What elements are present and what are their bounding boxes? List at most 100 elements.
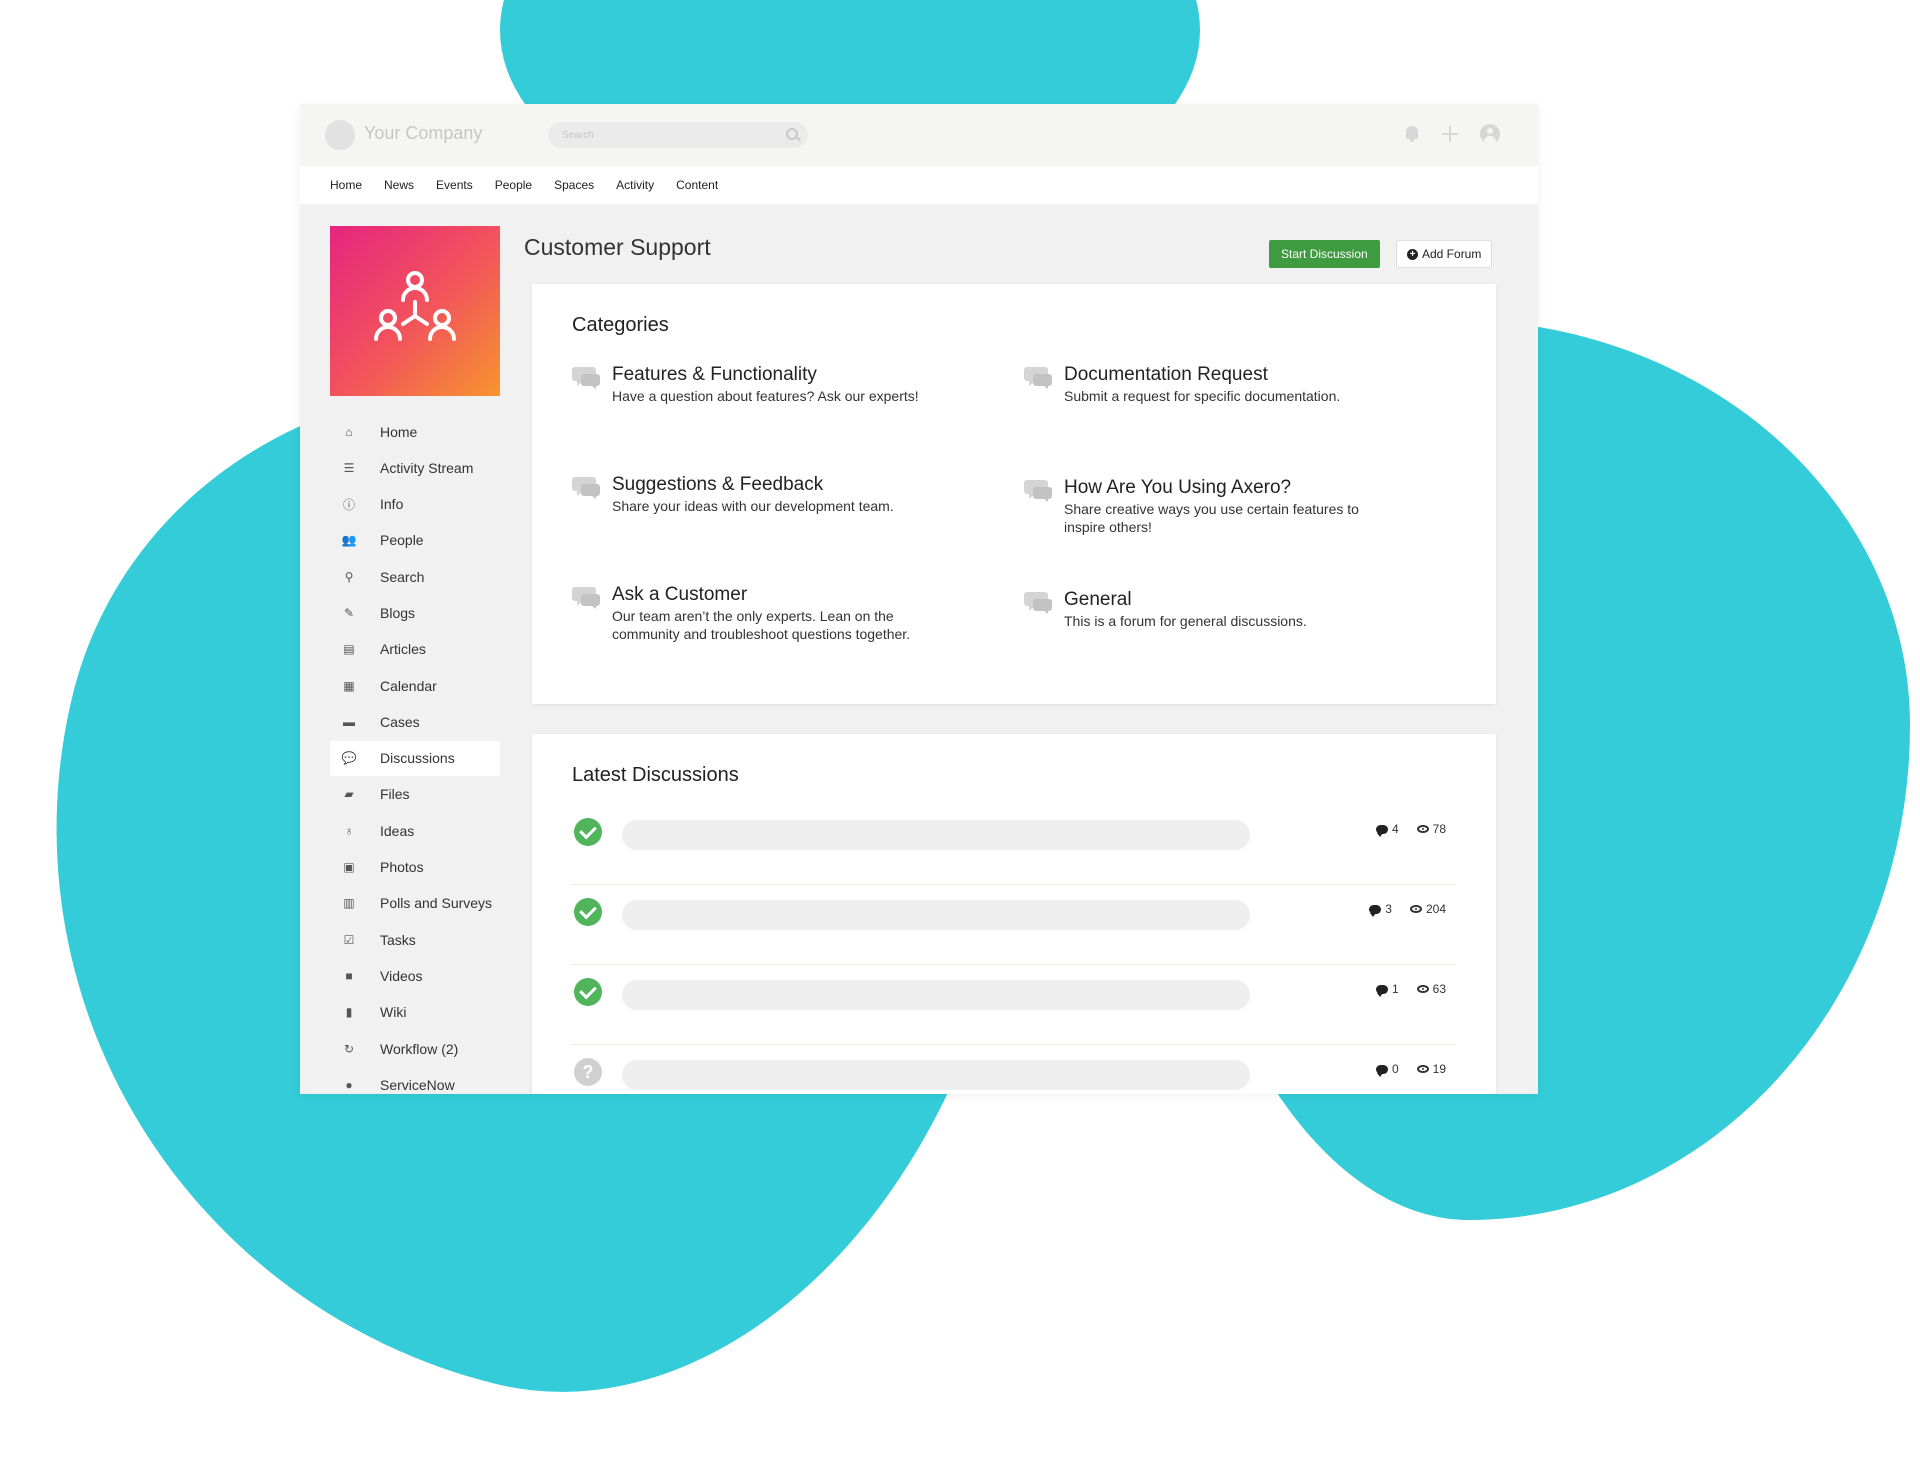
sidebar-item-calendar[interactable]: ▦ Calendar: [330, 668, 500, 703]
comment-icon: [1375, 984, 1388, 997]
sidebar-item-label: ServiceNow: [380, 1076, 455, 1093]
eye-icon: [1416, 985, 1429, 993]
category-name[interactable]: Documentation Request: [1064, 364, 1340, 386]
search-box[interactable]: [548, 122, 808, 148]
discussion-row[interactable]: ? 0 19: [572, 1044, 1456, 1094]
sidebar-item-label: Ideas: [380, 822, 415, 839]
category-description: Share your ideas with our development te…: [612, 498, 894, 514]
view-count: 78: [1432, 822, 1446, 836]
discussion-stats: 4 78: [1375, 822, 1446, 837]
sidebar-item-activity-stream[interactable]: ☰ Activity Stream: [330, 450, 500, 485]
nav-people[interactable]: People: [495, 178, 532, 192]
sidebar-item-files[interactable]: ▰ Files: [330, 777, 500, 812]
bell-icon[interactable]: [1404, 125, 1420, 143]
image-icon: ▣: [343, 860, 355, 875]
nav-spaces[interactable]: Spaces: [554, 178, 594, 192]
discussion-stats: 3 204: [1369, 902, 1446, 917]
sidebar-item-photos[interactable]: ▣ Photos: [330, 850, 500, 885]
comment-icon: [1375, 824, 1388, 837]
comment-count: 0: [1391, 1062, 1399, 1076]
search-icon[interactable]: [786, 128, 798, 140]
category-name[interactable]: Suggestions & Feedback: [612, 474, 894, 496]
category-documentation[interactable]: Documentation Request Submit a request f…: [1024, 364, 1424, 405]
category-name[interactable]: Features & Functionality: [612, 364, 919, 386]
category-how-using[interactable]: How Are You Using Axero? Share creative …: [1024, 477, 1384, 536]
list-icon: ☰: [343, 460, 355, 475]
nav-content[interactable]: Content: [676, 178, 718, 192]
sidebar-item-polls[interactable]: ▥ Polls and Surveys: [330, 886, 500, 921]
discussion-title-placeholder[interactable]: [622, 1060, 1250, 1090]
company-name[interactable]: Your Company: [364, 123, 482, 144]
start-discussion-button[interactable]: Start Discussion: [1269, 240, 1380, 268]
discussion-stats: 1 63: [1375, 982, 1446, 997]
solved-check-icon: [574, 898, 602, 926]
question-icon: ?: [574, 1058, 602, 1086]
sidebar-item-search[interactable]: ⚲ Search: [330, 559, 500, 594]
eye-icon: [1409, 905, 1422, 913]
category-name[interactable]: General: [1064, 589, 1307, 611]
solved-check-icon: [574, 818, 602, 846]
sidebar-item-ideas[interactable]: ♁ Ideas: [330, 813, 500, 848]
category-name[interactable]: How Are You Using Axero?: [1064, 477, 1384, 499]
user-icon[interactable]: [1480, 124, 1500, 144]
sidebar-item-label: Wiki: [380, 1004, 407, 1021]
space-logo: [330, 226, 500, 396]
sidebar-item-articles[interactable]: ▤ Articles: [330, 632, 500, 667]
latest-discussions-title: Latest Discussions: [572, 764, 739, 786]
sidebar-item-cases[interactable]: ▬ Cases: [330, 704, 500, 739]
category-features[interactable]: Features & Functionality Have a question…: [572, 364, 972, 405]
chat-bubble-icon: [572, 587, 600, 609]
discussion-row[interactable]: 3 204: [572, 884, 1456, 965]
sidebar-item-people[interactable]: 👥 People: [330, 523, 500, 558]
nav-news[interactable]: News: [384, 178, 414, 192]
sidebar-item-tasks[interactable]: ☑ Tasks: [330, 922, 500, 957]
sidebar-menu: ⌂ Home ☰ Activity Stream ⓘ Info 👥 People ⚲ Se…: [330, 414, 500, 1094]
sidebar-item-discussions[interactable]: 💬 Discussions: [330, 740, 500, 776]
latest-discussions-card: Latest Discussions 4 78 3 204 1 63 ? 0 1…: [532, 734, 1496, 1094]
chat-bubble-icon: [572, 477, 600, 499]
discussion-row[interactable]: 1 63: [572, 964, 1456, 1045]
add-forum-button[interactable]: + Add Forum: [1396, 240, 1493, 268]
category-general[interactable]: General This is a forum for general disc…: [1024, 589, 1424, 630]
sidebar-item-info[interactable]: ⓘ Info: [330, 487, 500, 522]
category-ask-customer[interactable]: Ask a Customer Our team aren’t the only …: [572, 584, 952, 643]
sidebar-item-label: Home: [380, 423, 418, 440]
sidebar-item-label: Workflow (2): [380, 1040, 459, 1057]
discussion-title-placeholder[interactable]: [622, 820, 1250, 850]
plus-icon[interactable]: [1442, 126, 1458, 142]
discussion-title-placeholder[interactable]: [622, 980, 1250, 1010]
sidebar-item-home[interactable]: ⌂ Home: [330, 414, 500, 449]
blog-icon: ✎: [343, 605, 355, 620]
video-icon: ■: [345, 968, 353, 983]
chat-bubble-icon: [1024, 592, 1052, 614]
search-input[interactable]: [548, 122, 772, 148]
sidebar-item-blogs[interactable]: ✎ Blogs: [330, 595, 500, 630]
sidebar-item-label: Search: [380, 568, 425, 585]
sidebar-item-wiki[interactable]: ▮ Wiki: [330, 995, 500, 1030]
top-bar: Your Company: [300, 104, 1538, 166]
discussion-row[interactable]: 4 78: [572, 804, 1456, 885]
sidebar-item-label: Videos: [380, 967, 423, 984]
check-square-icon: ☑: [343, 932, 355, 947]
category-suggestions[interactable]: Suggestions & Feedback Share your ideas …: [572, 474, 972, 515]
plus-circle-icon: +: [1407, 248, 1418, 260]
view-count: 19: [1432, 1062, 1446, 1076]
sidebar-item-videos[interactable]: ■ Videos: [330, 958, 500, 993]
home-icon: ⌂: [345, 424, 353, 439]
sidebar-item-workflow[interactable]: ↻ Workflow (2): [330, 1031, 500, 1066]
sidebar-item-label: Files: [380, 786, 410, 803]
nav-activity[interactable]: Activity: [616, 178, 654, 192]
community-icon: [374, 271, 456, 341]
sidebar-item-servicenow[interactable]: ● ServiceNow: [330, 1067, 500, 1094]
discussion-title-placeholder[interactable]: [622, 900, 1250, 930]
main-nav: Home News Events People Spaces Activity …: [300, 166, 1538, 204]
category-name[interactable]: Ask a Customer: [612, 584, 952, 606]
sidebar-item-label: Cases: [380, 713, 420, 730]
users-icon: 👥: [341, 533, 357, 548]
sidebar-item-label: Calendar: [380, 677, 437, 694]
nav-home[interactable]: Home: [330, 178, 362, 192]
view-count: 63: [1432, 982, 1446, 996]
company-logo[interactable]: [325, 120, 355, 150]
nav-events[interactable]: Events: [436, 178, 473, 192]
comment-icon: [1369, 904, 1382, 917]
